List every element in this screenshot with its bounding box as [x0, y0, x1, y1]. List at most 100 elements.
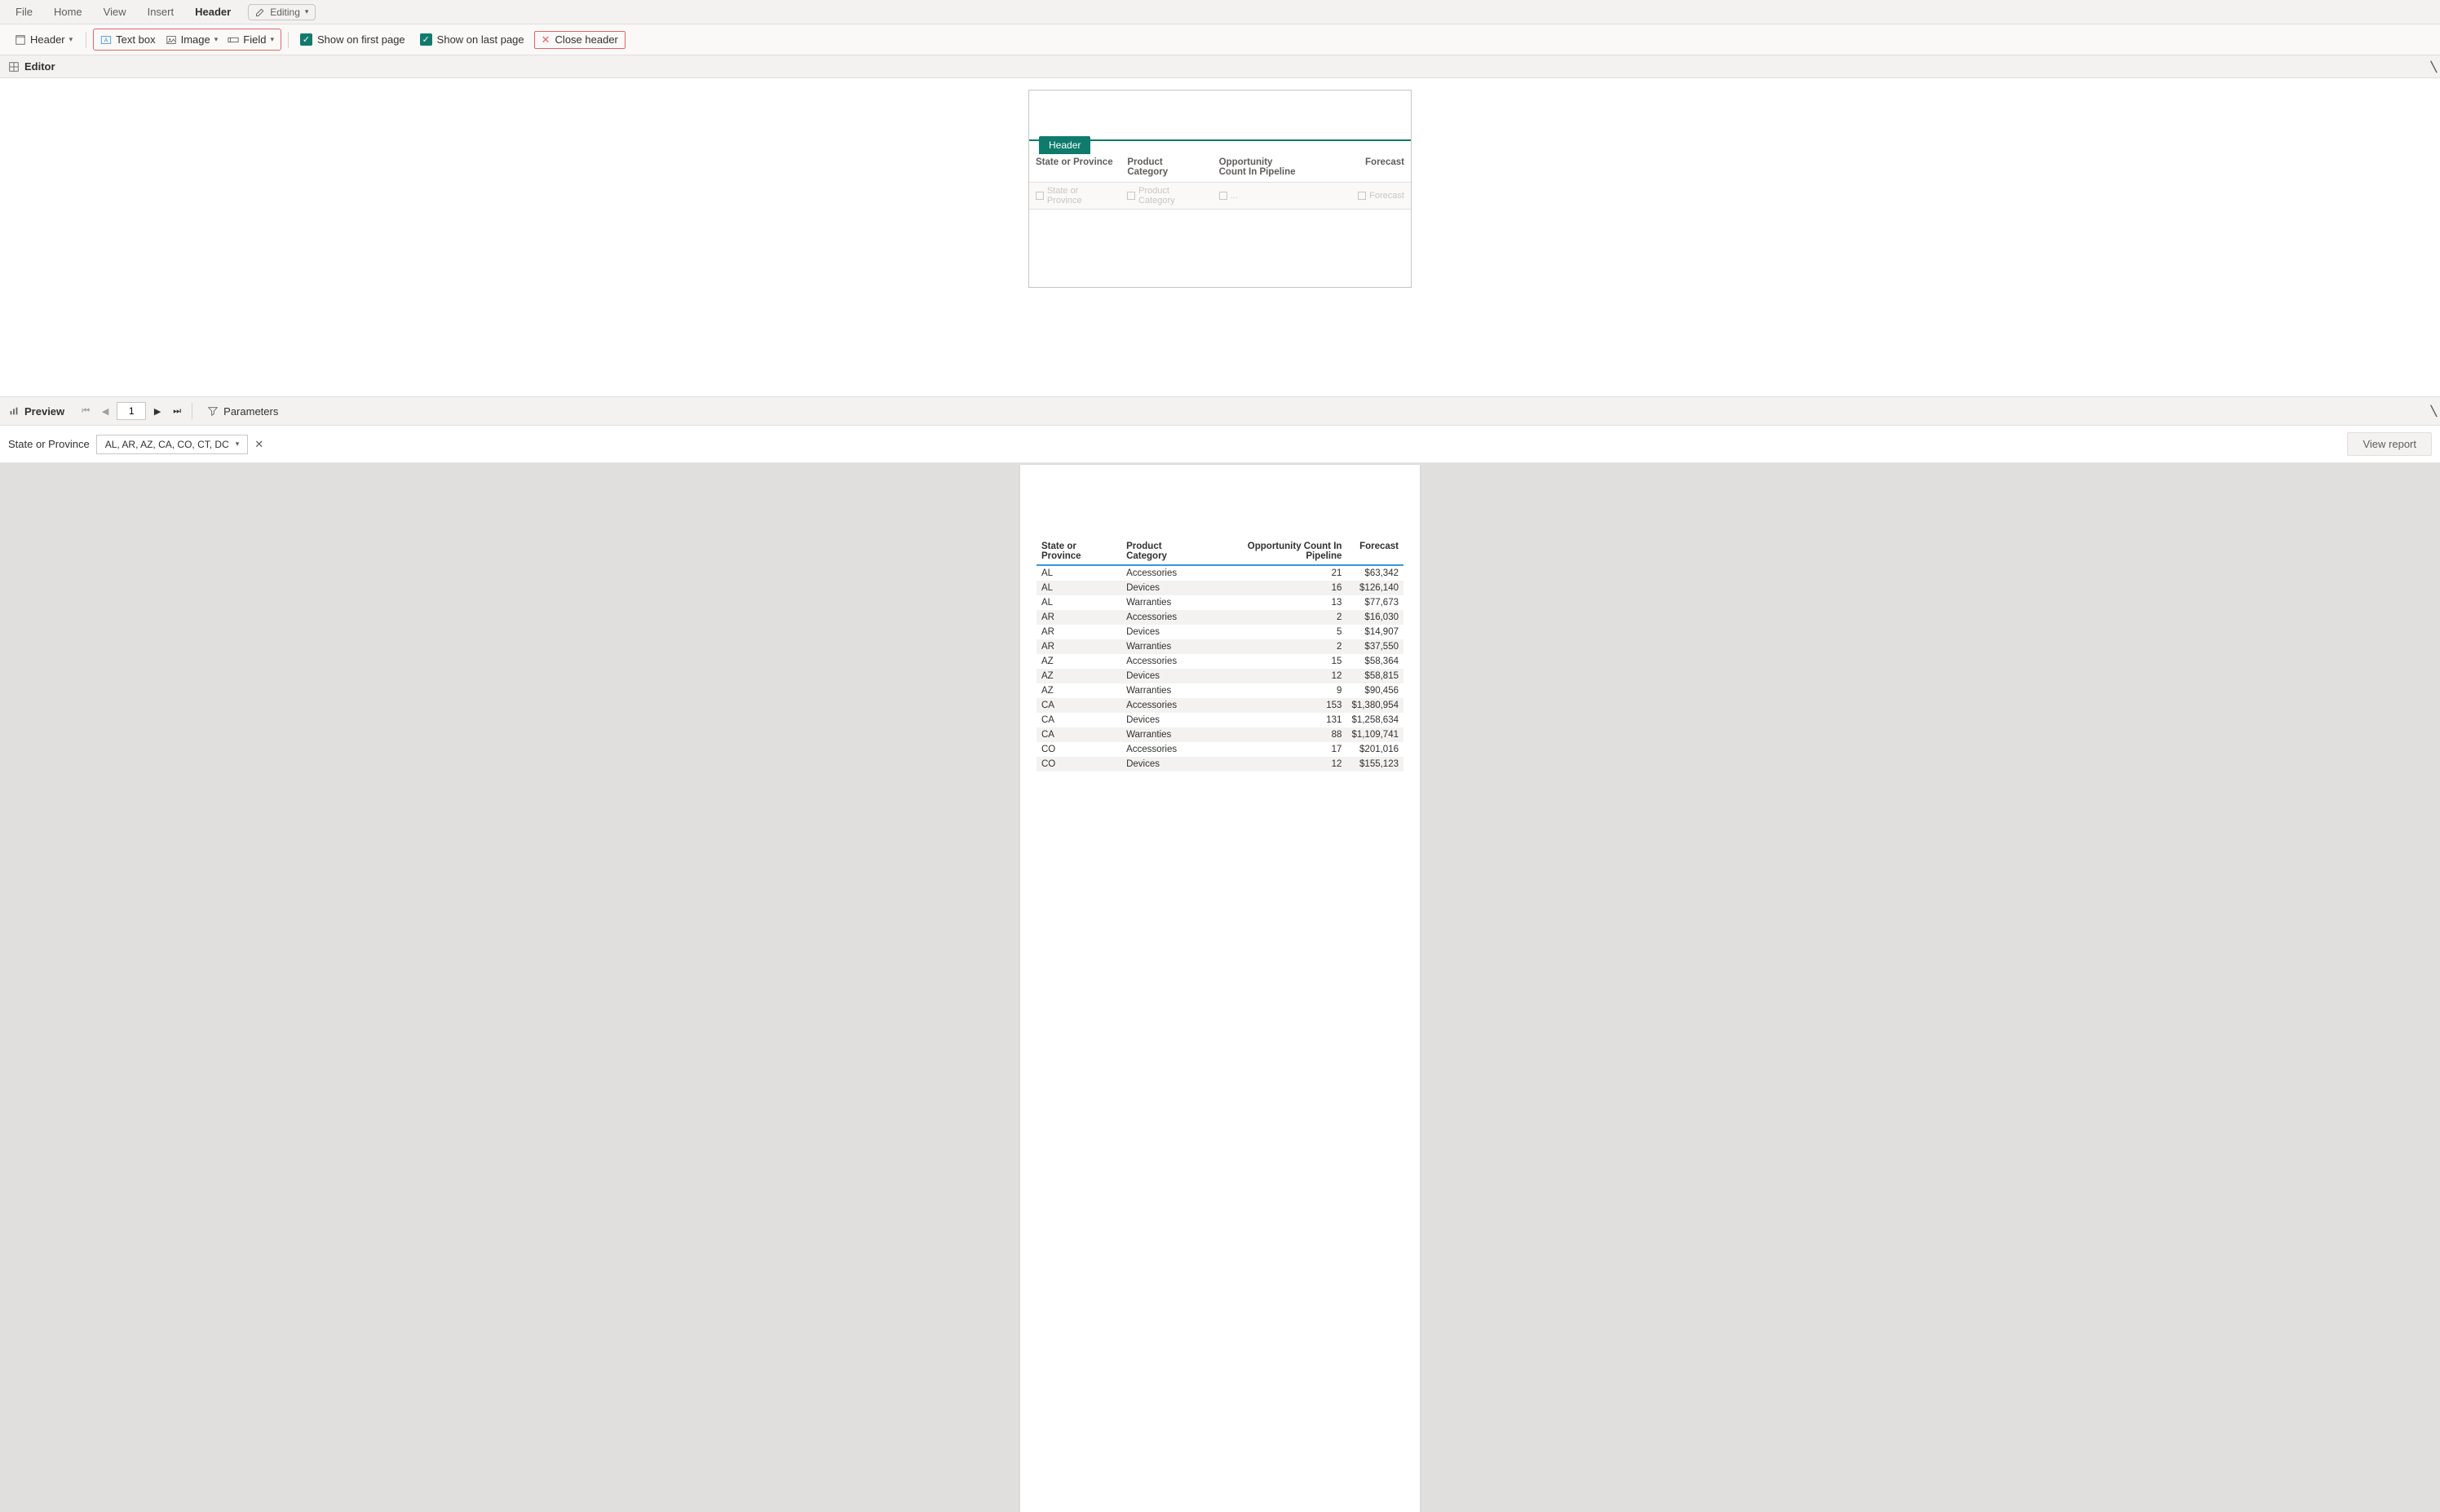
cell-state: AZ — [1037, 669, 1121, 683]
field-placeholder-icon — [1036, 192, 1044, 200]
detail-cell-category[interactable]: Product Category — [1121, 183, 1212, 209]
show-last-page-checkbox[interactable]: ✓ Show on last page — [415, 33, 529, 46]
panel-collapse-icon[interactable]: ╲ — [2431, 405, 2437, 417]
svg-text:A: A — [104, 38, 108, 43]
cell-forecast: $201,016 — [1346, 742, 1403, 757]
report-design-surface[interactable]: Header State or Province Product Categor… — [1028, 90, 1412, 288]
cell-state: CA — [1037, 698, 1121, 713]
tab-insert[interactable]: Insert — [139, 2, 183, 22]
divider — [288, 32, 289, 48]
table-row: ARWarranties2$37,550 — [1037, 639, 1403, 654]
cell-forecast: $37,550 — [1346, 639, 1403, 654]
report-body-area[interactable] — [1029, 210, 1411, 287]
show-first-label: Show on first page — [317, 33, 405, 46]
field-label: Field — [243, 33, 266, 46]
image-dropdown-button[interactable]: Image ▾ — [161, 30, 223, 49]
tab-file[interactable]: File — [7, 2, 42, 22]
textbox-button[interactable]: A Text box — [95, 30, 160, 49]
table-row: ARAccessories2$16,030 — [1037, 610, 1403, 625]
cell-forecast: $126,140 — [1346, 581, 1403, 595]
state-filter-dropdown[interactable]: AL, AR, AZ, CA, CO, CT, DC ▾ — [96, 435, 249, 454]
cell-count: 88 — [1209, 727, 1347, 742]
table-row: ALWarranties13$77,673 — [1037, 595, 1403, 610]
cell-forecast: $90,456 — [1346, 683, 1403, 698]
col-header-category[interactable]: Product Category — [1121, 153, 1212, 182]
cell-category: Devices — [1121, 581, 1209, 595]
cell-state: AL — [1037, 595, 1121, 610]
cell-forecast: $58,364 — [1346, 654, 1403, 669]
textbox-label: Text box — [116, 33, 155, 46]
close-header-button[interactable]: ✕ Close header — [534, 31, 625, 49]
cell-state: AZ — [1037, 654, 1121, 669]
cell-forecast: $63,342 — [1346, 565, 1403, 581]
field-placeholder-icon — [1219, 192, 1227, 200]
editing-mode-dropdown[interactable]: Editing ▾ — [248, 4, 316, 20]
table-row: CAWarranties88$1,109,741 — [1037, 727, 1403, 742]
col-header-state[interactable]: State or Province — [1029, 153, 1121, 182]
clear-filter-button[interactable]: ✕ — [254, 438, 263, 451]
cell-count: 12 — [1209, 669, 1347, 683]
cell-count: 13 — [1209, 595, 1347, 610]
table-row: ARDevices5$14,907 — [1037, 625, 1403, 639]
cell-count: 131 — [1209, 713, 1347, 727]
cell-category: Accessories — [1121, 742, 1209, 757]
cell-count: 9 — [1209, 683, 1347, 698]
tab-view[interactable]: View — [95, 2, 135, 22]
parameters-label: Parameters — [223, 405, 278, 418]
cell-count: 17 — [1209, 742, 1347, 757]
detail-cell-state[interactable]: State or Province — [1029, 183, 1121, 209]
view-report-button[interactable]: View report — [2347, 432, 2432, 456]
table-row: ALAccessories21$63,342 — [1037, 565, 1403, 581]
field-placeholder-icon — [1358, 192, 1366, 200]
next-page-button[interactable]: ▶ — [149, 406, 166, 417]
cell-count: 153 — [1209, 698, 1347, 713]
show-first-page-checkbox[interactable]: ✓ Show on first page — [295, 33, 410, 46]
last-page-button[interactable]: ⏭ — [169, 406, 185, 417]
editor-canvas[interactable]: Header State or Province Product Categor… — [0, 78, 2440, 396]
header-section-tag[interactable]: Header — [1039, 136, 1090, 154]
pencil-icon — [255, 7, 265, 17]
preview-label: Preview — [24, 405, 64, 418]
chevron-down-icon: ▾ — [305, 7, 309, 16]
filter-left-group: State or Province AL, AR, AZ, CA, CO, CT… — [8, 435, 263, 454]
chevron-down-icon: ▾ — [214, 35, 219, 44]
report-header-area[interactable] — [1029, 91, 1411, 141]
cell-state: CA — [1037, 713, 1121, 727]
funnel-icon — [207, 405, 219, 417]
field-placeholder-icon — [1127, 192, 1135, 200]
show-last-label: Show on last page — [437, 33, 524, 46]
header-toolbar: Header ▾ A Text box Image ▾ Field ▾ ✓ — [0, 24, 2440, 55]
chevron-down-icon: ▾ — [270, 35, 274, 44]
table-row: AZAccessories15$58,364 — [1037, 654, 1403, 669]
detail-cell-count[interactable]: ... — [1213, 183, 1304, 209]
close-header-label: Close header — [555, 33, 618, 46]
report-table: State or Province Product Category Oppor… — [1037, 538, 1403, 771]
field-dropdown-button[interactable]: Field ▾ — [223, 30, 279, 49]
cell-state: AR — [1037, 639, 1121, 654]
th-state: State or Province — [1037, 538, 1121, 565]
prev-page-button[interactable]: ◀ — [97, 406, 113, 417]
parameters-button[interactable]: Parameters — [207, 405, 278, 418]
tab-header[interactable]: Header — [186, 2, 240, 22]
editing-mode-label: Editing — [270, 7, 300, 18]
cell-category: Accessories — [1121, 565, 1209, 581]
panel-collapse-icon[interactable]: ╲ — [2431, 61, 2437, 73]
filter-label: State or Province — [8, 438, 90, 450]
col-header-forecast[interactable]: Forecast — [1304, 153, 1411, 182]
table-row: CADevices131$1,258,634 — [1037, 713, 1403, 727]
cell-count: 2 — [1209, 610, 1347, 625]
header-dropdown-button[interactable]: Header ▾ — [8, 30, 79, 49]
cell-state: CO — [1037, 742, 1121, 757]
detail-cell-forecast[interactable]: Forecast — [1304, 183, 1411, 209]
table-row: AZDevices12$58,815 — [1037, 669, 1403, 683]
tab-home[interactable]: Home — [45, 2, 91, 22]
table-row: AZWarranties9$90,456 — [1037, 683, 1403, 698]
page-number-input[interactable] — [117, 402, 146, 420]
close-icon: ✕ — [541, 33, 550, 46]
first-page-button[interactable]: ⏮ — [77, 406, 94, 417]
col-header-count[interactable]: Opportunity Count In Pipeline — [1213, 153, 1304, 182]
image-icon — [166, 34, 177, 46]
cell-count: 5 — [1209, 625, 1347, 639]
preview-canvas[interactable]: State or Province Product Category Oppor… — [0, 463, 2440, 1512]
preview-chart-icon — [8, 405, 20, 417]
